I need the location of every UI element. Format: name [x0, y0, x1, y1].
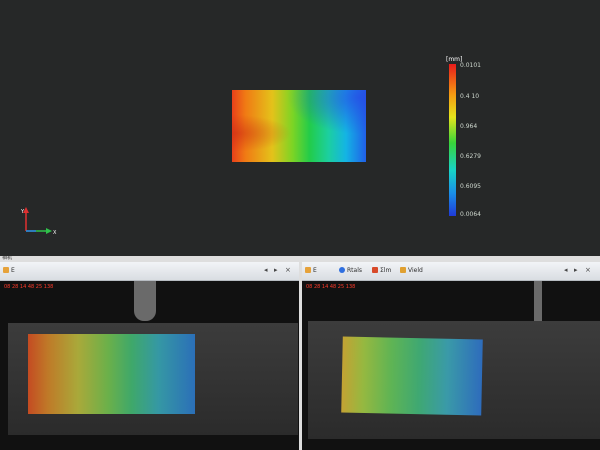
right-panel-toolbar: Ε Rtals Σlm Vield ◂ ▸ ×: [302, 262, 600, 281]
prev-icon[interactable]: ◂: [264, 266, 268, 274]
right-camera-panel: Ε Rtals Σlm Vield ◂ ▸ × 08 28 14 48 25 1…: [302, 262, 600, 450]
next-icon[interactable]: ▸: [274, 266, 278, 274]
colorbar-tick: 0.6095: [460, 183, 481, 190]
axis-triad-icon: Y X: [20, 207, 57, 236]
toolbar-button-e[interactable]: Ε: [11, 267, 15, 274]
main-3d-viewport[interactable]: [mm] 0.0101 0.4 10 0.964 0.6279 0.6095 0…: [0, 0, 600, 256]
panel-corner-label: 相机: [2, 255, 13, 261]
strain-overlay: [341, 336, 483, 416]
displacement-field-plot[interactable]: [232, 90, 366, 162]
magnify-icon[interactable]: [305, 267, 311, 273]
colorbar-tick: 0.0064: [460, 211, 481, 218]
toolbar-button-vield[interactable]: Vield: [408, 267, 423, 274]
toolbar-button-elm[interactable]: Σlm: [380, 267, 391, 274]
grip-fixture: [534, 281, 542, 321]
field-icon[interactable]: [400, 267, 406, 273]
left-camera-image[interactable]: 08 28 14 48 25 138: [0, 281, 299, 450]
colorbar-tick: 0.6279: [460, 153, 481, 160]
colorbar-tick: 0.964: [460, 123, 478, 130]
strain-overlay: [28, 334, 195, 414]
magnify-icon[interactable]: [3, 267, 9, 273]
axis-x-label: X: [53, 230, 57, 236]
colorbar-tick: 0.4 10: [460, 93, 480, 100]
close-icon[interactable]: ×: [585, 266, 591, 274]
close-icon[interactable]: ×: [285, 266, 291, 274]
color-map-icon[interactable]: [372, 267, 378, 273]
colorbar: [449, 64, 456, 216]
toolbar-button-e[interactable]: Ε: [313, 267, 317, 274]
camera-timestamp: 08 28 14 48 25 138: [306, 284, 356, 290]
left-camera-panel: 相机 Ε ◂ ▸ × 08 28 14 48 25 138: [0, 255, 299, 450]
grip-fixture: [134, 281, 156, 321]
next-icon[interactable]: ▸: [574, 266, 578, 274]
prev-icon[interactable]: ◂: [564, 266, 568, 274]
globe-icon[interactable]: [339, 267, 345, 273]
right-camera-image[interactable]: 08 28 14 48 25 138: [302, 281, 600, 450]
colorbar-tick: 0.0101: [460, 62, 481, 69]
camera-timestamp: 08 28 14 48 25 138: [4, 284, 54, 290]
toolbar-button-rtals[interactable]: Rtals: [347, 267, 362, 274]
left-panel-toolbar: 相机 Ε ◂ ▸ ×: [0, 255, 299, 281]
